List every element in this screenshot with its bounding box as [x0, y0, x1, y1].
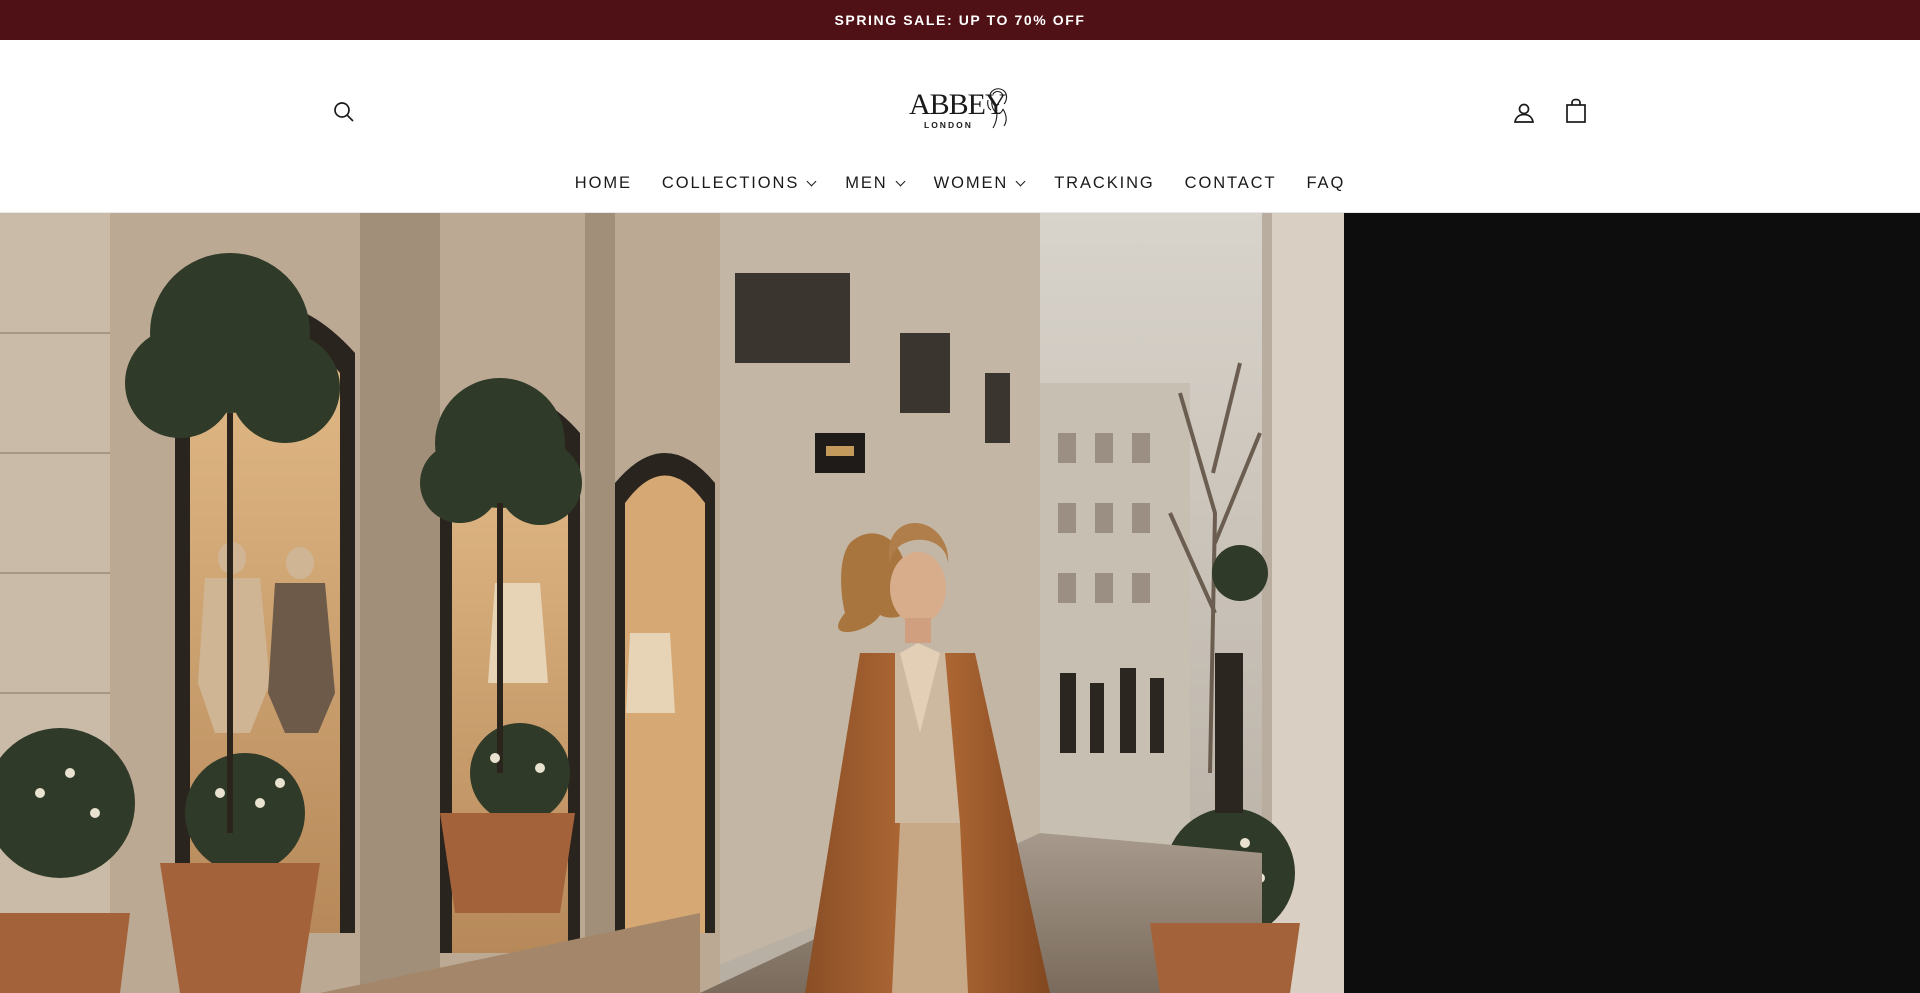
chevron-down-icon [806, 176, 817, 186]
nav-men-label: MEN [845, 173, 888, 192]
chevron-down-icon [1015, 176, 1026, 186]
nav-collections[interactable]: COLLECTIONS [661, 173, 817, 193]
logo-face-icon [987, 88, 1008, 129]
nav-women[interactable]: WOMEN [933, 173, 1026, 193]
announcement-text: SPRING SALE: UP TO 70% OFF [834, 12, 1086, 28]
hero-image [0, 213, 1344, 993]
nav-tracking[interactable]: TRACKING [1054, 174, 1154, 193]
user-icon [1513, 103, 1535, 123]
search-icon [334, 102, 354, 122]
nav-tracking-label: TRACKING [1054, 173, 1155, 192]
nav-faq-label: FAQ [1306, 173, 1346, 192]
hero-dark-panel [1344, 213, 1920, 993]
site-header: ABBEY LONDON HOME COLLECTIONS MEN WOMEN … [0, 40, 1920, 213]
chevron-down-icon [895, 176, 906, 186]
shopping-bag-icon [1566, 98, 1586, 123]
nav-contact[interactable]: CONTACT [1185, 174, 1277, 193]
cart-button[interactable] [1558, 93, 1594, 129]
nav-collections-label: COLLECTIONS [661, 173, 800, 192]
main-nav: HOME COLLECTIONS MEN WOMEN TRACKING CONT… [0, 165, 1920, 201]
announcement-bar: SPRING SALE: UP TO 70% OFF [0, 0, 1920, 40]
nav-contact-label: CONTACT [1184, 173, 1277, 192]
logo-subtitle: LONDON [924, 120, 973, 130]
account-button[interactable] [1506, 95, 1542, 131]
nav-home-label: HOME [574, 173, 632, 192]
nav-home[interactable]: HOME [575, 174, 632, 193]
hero-banner [0, 213, 1920, 993]
nav-men[interactable]: MEN [845, 173, 906, 193]
nav-women-label: WOMEN [933, 173, 1009, 192]
logo[interactable]: ABBEY LONDON [906, 84, 1014, 134]
nav-faq[interactable]: FAQ [1306, 174, 1345, 193]
search-button[interactable] [326, 94, 362, 130]
